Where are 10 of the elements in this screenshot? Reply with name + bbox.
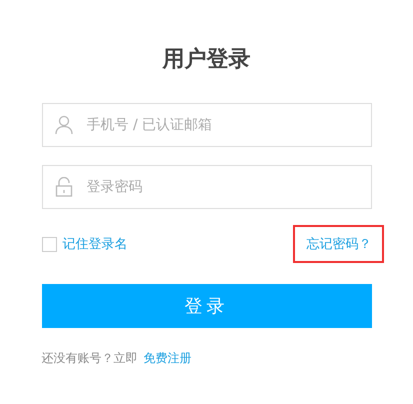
page-title: 用户登录 — [161, 46, 252, 74]
lock-icon — [54, 177, 72, 197]
remember-checkbox[interactable]: 记住登录名 — [42, 235, 128, 253]
password-field[interactable]: 登录密码 — [42, 165, 372, 209]
login-button[interactable]: 登录 — [42, 284, 372, 328]
username-field[interactable]: 手机号 / 已认证邮箱 — [42, 103, 372, 147]
user-icon — [54, 115, 72, 135]
register-link[interactable]: 免费注册 — [144, 350, 192, 367]
forgot-password-link[interactable]: 忘记密码？ — [292, 225, 384, 263]
signup-prompt: 还没有账号？立即 — [42, 350, 138, 367]
